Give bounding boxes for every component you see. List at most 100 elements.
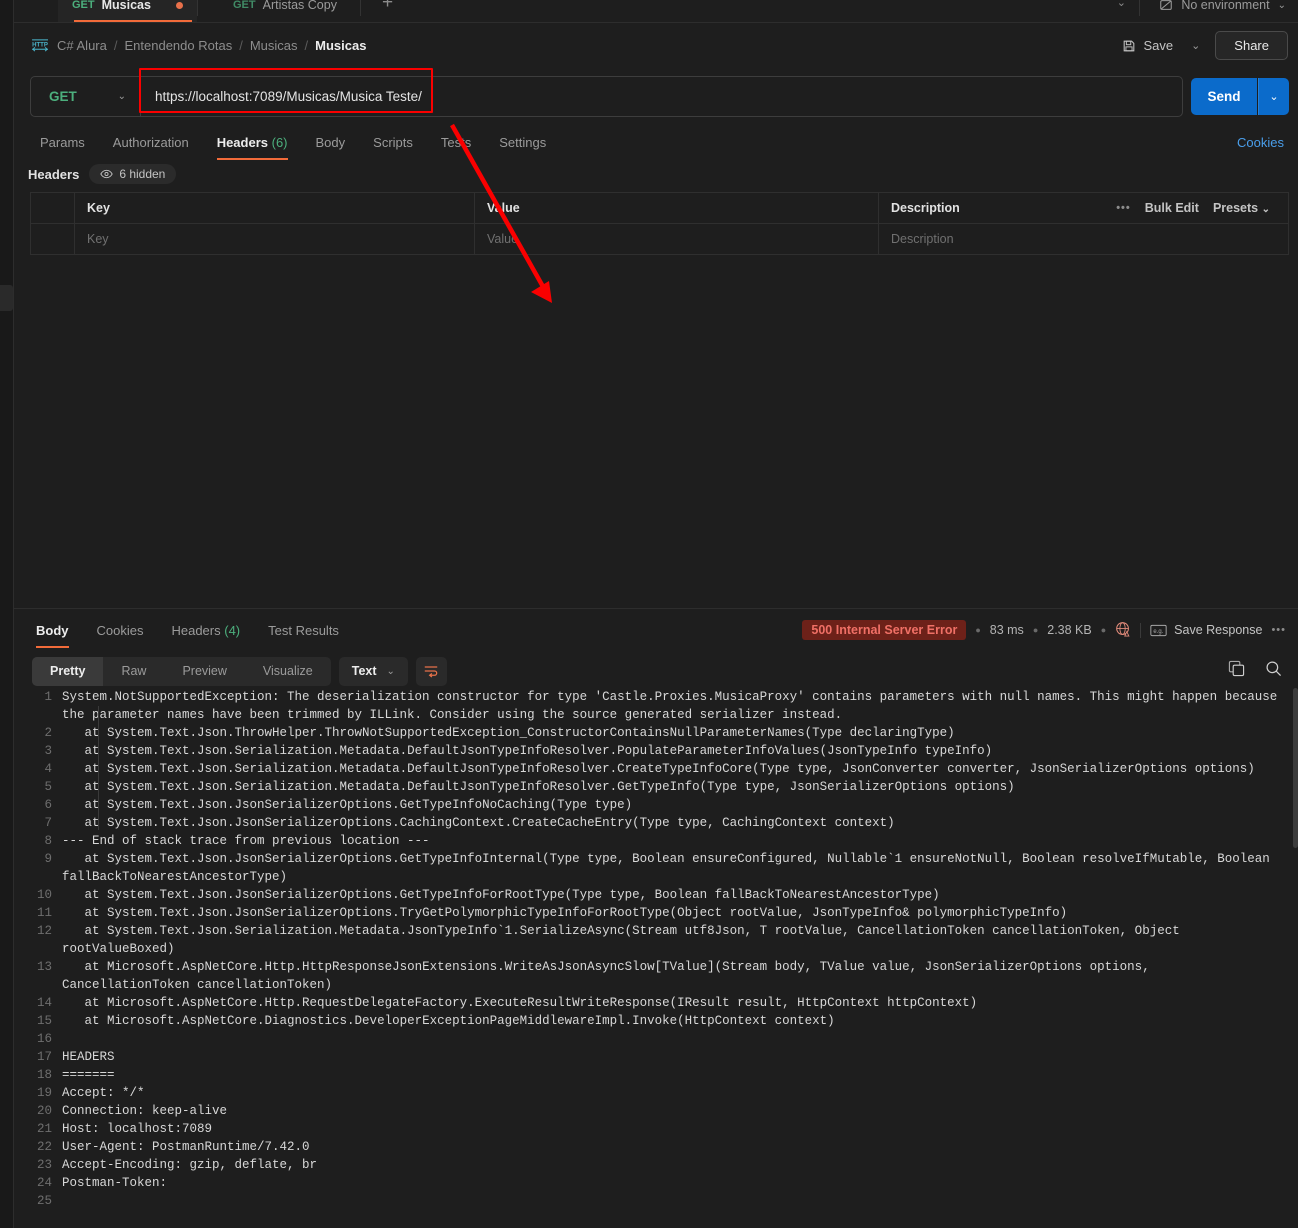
response-view-mode-group: Pretty Raw Preview Visualize bbox=[32, 656, 331, 686]
copy-button[interactable] bbox=[1228, 660, 1245, 682]
view-mode-preview[interactable]: Preview bbox=[164, 657, 244, 686]
line-text: System.NotSupportedException: The deseri… bbox=[62, 690, 1285, 722]
response-tab-headers[interactable]: Headers (4) bbox=[157, 619, 254, 642]
code-line: 24 Postman-Token: bbox=[14, 1174, 1298, 1192]
breadcrumb-item-2[interactable]: Musicas bbox=[250, 38, 298, 53]
code-fold-guide bbox=[98, 706, 99, 830]
code-line: 11 at System.Text.Json.JsonSerializerOpt… bbox=[14, 904, 1298, 922]
wrap-lines-button[interactable] bbox=[415, 656, 447, 686]
save-button[interactable]: Save bbox=[1113, 33, 1182, 58]
workspace-tab-musicas[interactable]: GET Musicas bbox=[58, 0, 197, 22]
response-tab-test-results[interactable]: Test Results bbox=[254, 619, 353, 642]
response-status-area: 500 Internal Server Error ● 83 ms ● 2.38… bbox=[802, 620, 1298, 640]
globe-warning-icon[interactable] bbox=[1115, 621, 1131, 640]
tabstrip-overflow-caret-icon[interactable]: ⌄ bbox=[1117, 0, 1126, 9]
sidebar-resize-handle[interactable] bbox=[0, 285, 13, 311]
svg-text:e.g.: e.g. bbox=[1154, 629, 1164, 635]
line-number: 18 bbox=[36, 1068, 52, 1082]
line-number: 12 bbox=[36, 924, 52, 938]
bulk-edit-button[interactable]: Bulk Edit bbox=[1145, 201, 1199, 215]
headers-section-title: Headers bbox=[28, 166, 80, 182]
row-checkbox-cell[interactable] bbox=[31, 224, 75, 254]
response-tab-cookies[interactable]: Cookies bbox=[83, 619, 158, 642]
presets-label: Presets bbox=[1212, 201, 1259, 215]
response-divider[interactable] bbox=[14, 608, 1298, 609]
tab-label: Body bbox=[315, 134, 346, 150]
line-number: 9 bbox=[44, 852, 52, 866]
code-line: 3 at System.Text.Json.Serialization.Meta… bbox=[14, 742, 1298, 760]
more-options-icon[interactable]: ••• bbox=[1116, 202, 1131, 214]
line-text: at System.Text.Json.Serialization.Metada… bbox=[62, 780, 1015, 794]
line-number: 20 bbox=[36, 1104, 52, 1118]
http-method-label: GET bbox=[49, 89, 77, 104]
tab-headers[interactable]: Headers (6) bbox=[203, 131, 302, 160]
tab-count: (4) bbox=[224, 622, 241, 638]
line-text: at System.Text.Json.JsonSerializerOption… bbox=[62, 906, 1068, 920]
environment-divider bbox=[1139, 0, 1140, 16]
breadcrumb-item-0[interactable]: C# Alura bbox=[57, 38, 107, 53]
tab-label: Params bbox=[40, 134, 85, 150]
view-mode-visualize[interactable]: Visualize bbox=[245, 657, 331, 686]
new-tab-button[interactable]: + bbox=[382, 0, 393, 14]
send-button[interactable]: Send bbox=[1191, 78, 1257, 115]
line-text: --- End of stack trace from previous loc… bbox=[62, 834, 430, 848]
environment-caret-icon[interactable]: ⌄ bbox=[1278, 0, 1286, 11]
response-more-options-icon[interactable]: ••• bbox=[1271, 624, 1286, 636]
url-input[interactable]: https://localhost:7089/Musicas/Musica Te… bbox=[141, 77, 1182, 116]
line-text: Accept: */* bbox=[62, 1086, 145, 1100]
tab-label: Headers bbox=[216, 134, 268, 150]
share-button[interactable]: Share bbox=[1215, 31, 1288, 60]
select-all-checkbox-cell[interactable] bbox=[31, 193, 75, 223]
tab-authorization[interactable]: Authorization bbox=[99, 131, 203, 154]
code-line: 17 HEADERS bbox=[14, 1048, 1298, 1066]
workspace-tab-artistas-copy[interactable]: GET Artistas Copy bbox=[219, 0, 351, 22]
search-button[interactable] bbox=[1265, 660, 1282, 682]
headers-table-row[interactable]: Key Value Description bbox=[31, 224, 1288, 255]
tab-label: Cookies bbox=[96, 622, 144, 638]
breadcrumb-item-3[interactable]: Musicas bbox=[315, 38, 366, 53]
tab-params[interactable]: Params bbox=[26, 131, 99, 154]
tab-settings[interactable]: Settings bbox=[485, 131, 560, 154]
eye-icon bbox=[100, 169, 114, 179]
key-input[interactable]: Key bbox=[75, 224, 475, 254]
tab-title-label: Artistas Copy bbox=[262, 0, 337, 12]
cookies-link[interactable]: Cookies bbox=[1237, 135, 1298, 150]
view-mode-pretty[interactable]: Pretty bbox=[32, 656, 104, 686]
hidden-headers-toggle[interactable]: 6 hidden bbox=[89, 164, 177, 184]
description-input[interactable]: Description bbox=[879, 224, 1288, 254]
code-line: 22 User-Agent: PostmanRuntime/7.42.0 bbox=[14, 1138, 1298, 1156]
response-toolbar: Pretty Raw Preview Visualize Text ⌄ bbox=[14, 652, 1298, 690]
line-number: 10 bbox=[36, 888, 52, 902]
response-body-scrollbar[interactable] bbox=[1293, 688, 1298, 1228]
code-line: 16 bbox=[14, 1030, 1298, 1048]
presets-button[interactable]: Presets ⌄ bbox=[1213, 201, 1270, 215]
save-response-button[interactable]: e.g. Save Response bbox=[1150, 623, 1262, 637]
http-method-selector[interactable]: GET ⌄ bbox=[31, 77, 141, 116]
line-number: 11 bbox=[36, 906, 52, 920]
code-line: 23 Accept-Encoding: gzip, deflate, br bbox=[14, 1156, 1298, 1174]
status-dot-separator: ● bbox=[1032, 625, 1039, 635]
response-tab-body[interactable]: Body bbox=[22, 619, 83, 648]
value-input[interactable]: Value bbox=[475, 224, 879, 254]
save-options-caret-icon[interactable]: ⌄ bbox=[1182, 34, 1209, 57]
breadcrumb-separator: / bbox=[304, 38, 309, 53]
breadcrumb: HTTP C# Alura / Entendendo Rotas / Music… bbox=[14, 38, 366, 54]
tab-scripts[interactable]: Scripts bbox=[359, 131, 427, 154]
view-mode-raw[interactable]: Raw bbox=[103, 657, 164, 686]
format-chevron-down-icon: ⌄ bbox=[386, 665, 395, 677]
unsaved-dot-icon bbox=[175, 1, 183, 9]
line-number: 16 bbox=[36, 1032, 52, 1046]
breadcrumb-item-1[interactable]: Entendendo Rotas bbox=[125, 38, 233, 53]
code-line: 6 at System.Text.Json.JsonSerializerOpti… bbox=[14, 796, 1298, 814]
tab-body[interactable]: Body bbox=[302, 131, 360, 154]
response-body-viewer[interactable]: 1 System.NotSupportedException: The deser… bbox=[14, 688, 1298, 1228]
line-number: 25 bbox=[36, 1194, 52, 1208]
environment-selector[interactable]: No environment ⌄ bbox=[1147, 0, 1298, 20]
save-response-label: Save Response bbox=[1174, 623, 1263, 637]
column-header-key: Key bbox=[75, 193, 475, 223]
save-button-label: Save bbox=[1143, 38, 1174, 53]
tab-tests[interactable]: Tests bbox=[427, 131, 485, 154]
response-format-selector[interactable]: Text ⌄ bbox=[338, 656, 408, 686]
request-header-row: HTTP C# Alura / Entendendo Rotas / Music… bbox=[14, 22, 1298, 68]
send-options-caret-icon[interactable]: ⌄ bbox=[1258, 78, 1289, 115]
